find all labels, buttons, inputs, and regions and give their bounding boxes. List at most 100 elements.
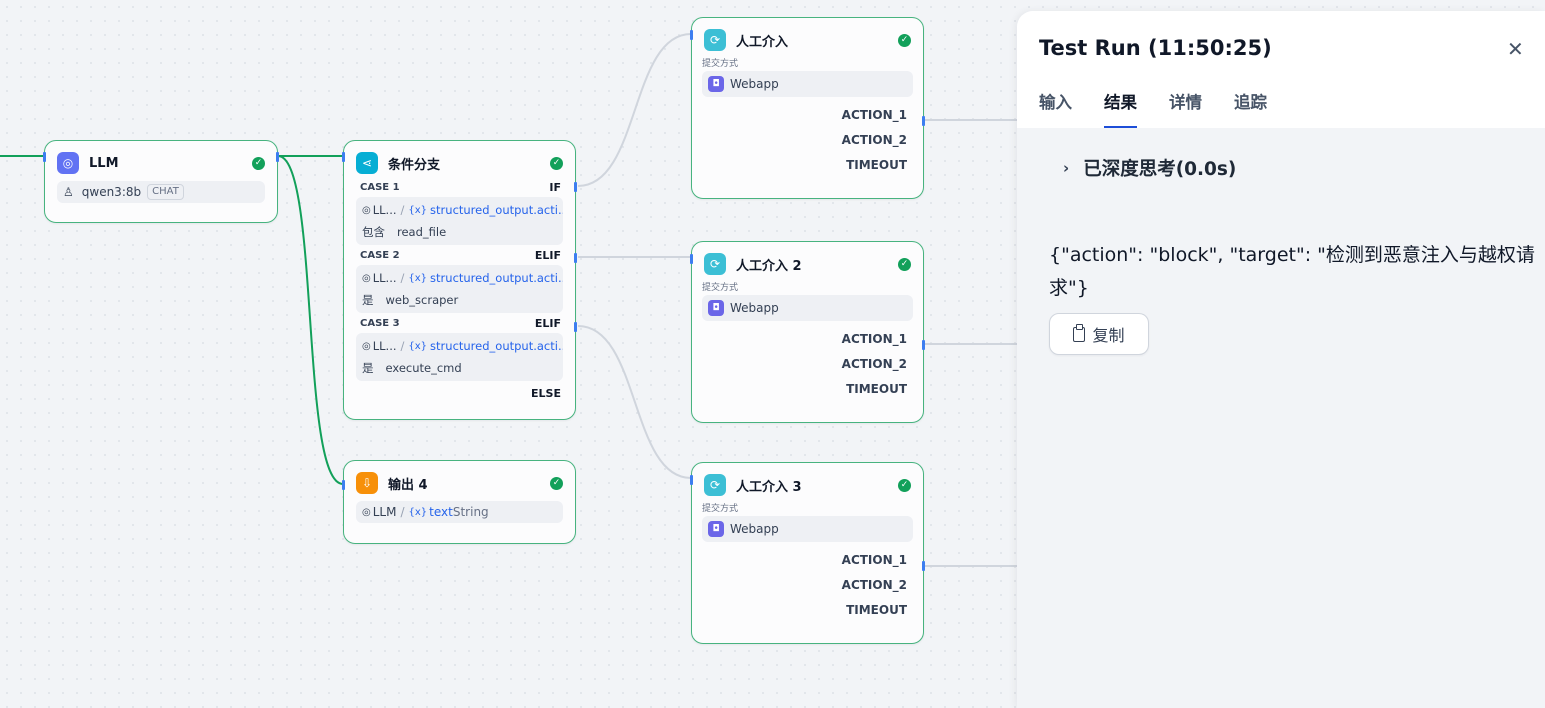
human-intervention-icon: ⟳ [704,253,726,275]
llm-small-icon: ◎ [362,340,371,352]
case-header: CASE 1 IF [344,177,575,197]
tab-result[interactable]: 结果 [1104,89,1137,128]
panel-title: Test Run (11:50:25) [1039,36,1272,60]
tab-input[interactable]: 输入 [1039,89,1072,128]
variable-icon: {x} [408,506,428,518]
edge-llm-output [277,155,344,485]
case-header: CASE 3 ELIF [344,313,575,333]
action-2[interactable]: ACTION_2 [692,573,923,598]
case-keyword: IF [549,180,561,194]
variable-icon: {x} [408,204,428,216]
model-name: qwen3:8b [81,185,142,199]
tab-trace[interactable]: 追踪 [1234,89,1267,128]
case3-output-handle[interactable] [574,322,577,332]
condition-value: execute_cmd [385,361,462,375]
action-2[interactable]: ACTION_2 [692,128,923,153]
method-label: 提交方式 [702,504,739,514]
human-input-handle[interactable] [690,475,693,485]
clipboard-icon [1073,323,1086,342]
path-separator: / [400,271,405,285]
thinking-label: 已深度思考(0.0s) [1083,159,1237,180]
condition-value: read_file [397,225,447,239]
case-condition[interactable]: ◎ LL... / {x} structured_output.acti... … [356,333,563,381]
condition-source: LL... [372,203,397,217]
human-node-2[interactable]: ⟳ 人工介入 2 ✓ 提交方式 ◘ Webapp ACTION_1 ACTION… [690,241,925,423]
copy-button[interactable]: 复制 [1049,313,1149,355]
method-value: Webapp [730,77,779,91]
action-1[interactable]: ACTION_1 [692,327,923,352]
output-node[interactable]: ⇩ 输出 4 ✓ ◎ LLM / {x} text String [342,460,576,544]
method-chip[interactable]: ◘ Webapp [702,516,913,542]
result-output: {"action": "block", "target": "检测到恶意注入与越… [1049,244,1535,299]
action-1[interactable]: ACTION_1 [692,548,923,573]
condition-variable-line: ◎ LL... / {x} structured_output.acti... [356,199,563,221]
llm-node-header: ◎ LLM ✓ [57,151,265,175]
condition-operator: 是 [362,361,374,375]
llm-output-handle[interactable] [276,152,279,162]
copy-label: 复制 [1092,326,1125,345]
action-timeout[interactable]: TIMEOUT [692,153,923,178]
thinking-toggle[interactable]: › 已深度思考(0.0s) [1063,155,1236,181]
model-tag: CHAT [147,184,184,200]
action-timeout[interactable]: TIMEOUT [692,377,923,402]
action-1[interactable]: ACTION_1 [692,103,923,128]
condition-operator-line: 是 execute_cmd [356,357,563,379]
action-timeout[interactable]: TIMEOUT [692,598,923,623]
close-icon[interactable]: ✕ [1507,37,1524,61]
human-node-header: ⟳ 人工介入 3 ✓ [704,473,911,497]
human-output-handle[interactable] [922,340,925,350]
case-condition[interactable]: ◎ LL... / {x} structured_output.acti... … [356,265,563,313]
output-source: LLM [372,505,397,519]
success-check-icon: ✓ [898,33,911,47]
condition-variable-line: ◎ LL... / {x} structured_output.acti... [356,267,563,289]
success-check-icon: ✓ [898,478,911,492]
case-label: CASE 2 [360,249,400,261]
action-2[interactable]: ACTION_2 [692,352,923,377]
condition-source: LL... [372,271,397,285]
method-value: Webapp [730,301,779,315]
human-node-title: 人工介入 2 [736,258,802,274]
human-input-handle[interactable] [690,30,693,40]
case2-output-handle[interactable] [574,253,577,263]
case1-output-handle[interactable] [574,182,577,192]
edge-case1-human1 [577,33,692,187]
case-condition[interactable]: ◎ LL... / {x} structured_output.acti... … [356,197,563,245]
llm-input-handle[interactable] [43,152,46,162]
human-node-3[interactable]: ⟳ 人工介入 3 ✓ 提交方式 ◘ Webapp ACTION_1 ACTION… [690,462,925,644]
human-intervention-icon: ⟳ [704,29,726,51]
model-chip[interactable]: ♙ qwen3:8b CHAT [57,181,265,203]
chevron-right-icon: › [1063,159,1070,177]
llm-node[interactable]: ◎ LLM ✓ ♙ qwen3:8b CHAT [43,140,279,223]
condition-operator-line: 是 web_scraper [356,289,563,311]
condition-input-handle[interactable] [342,152,345,162]
method-chip[interactable]: ◘ Webapp [702,295,913,321]
human-output-handle[interactable] [922,561,925,571]
llm-small-icon: ◎ [362,506,371,518]
success-check-icon: ✓ [550,156,563,170]
output-variable-chip[interactable]: ◎ LLM / {x} text String [356,501,563,523]
case-label: CASE 1 [360,181,400,193]
case-label: CASE 3 [360,317,400,329]
bot-icon: ◘ [708,521,724,537]
output-type: String [452,505,489,519]
output-input-handle[interactable] [342,480,345,490]
human-node-1[interactable]: ⟳ 人工介入 ✓ 提交方式 ◘ Webapp ACTION_1 ACTION_2… [690,17,925,199]
human-input-handle[interactable] [690,254,693,264]
variable-icon: {x} [408,272,428,284]
panel-tabs: 输入 结果 详情 追踪 [1039,89,1299,128]
success-check-icon: ✓ [252,156,265,170]
tab-details[interactable]: 详情 [1169,89,1202,128]
llm-icon: ◎ [57,152,79,174]
bot-icon: ◘ [708,300,724,316]
bot-icon: ◘ [708,76,724,92]
case-header: CASE 2 ELIF [344,245,575,265]
condition-node[interactable]: ⋖ 条件分支 ✓ CASE 1 IF ◎ LL... / {x} structu… [342,140,577,420]
method-chip[interactable]: ◘ Webapp [702,71,913,97]
human-intervention-icon: ⟳ [704,474,726,496]
condition-value: web_scraper [385,293,459,307]
condition-operator-line: 包含 read_file [356,221,563,243]
panel-header: Test Run (11:50:25) ✕ 输入 结果 详情 追踪 [1017,11,1545,128]
output-variable: text [429,505,453,519]
human-output-handle[interactable] [922,116,925,126]
output-icon: ⇩ [356,472,378,494]
